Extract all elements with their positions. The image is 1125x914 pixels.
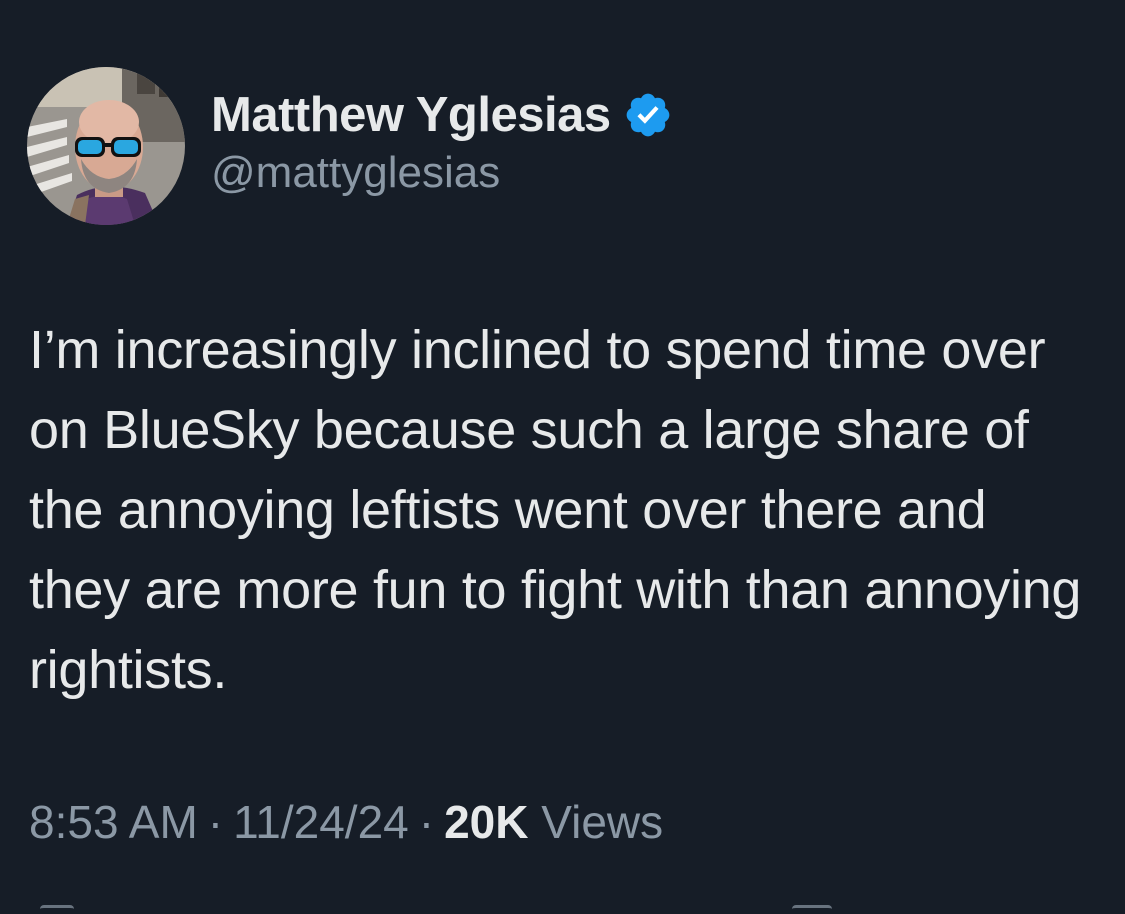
tweet-meta: 8:53 AM · 11/24/24 · 20K Views xyxy=(29,795,663,849)
tweet-time[interactable]: 8:53 AM xyxy=(29,796,198,848)
tweet-date[interactable]: 11/24/24 xyxy=(233,796,409,848)
views-label: Views xyxy=(541,796,664,848)
meta-separator: · xyxy=(418,796,435,848)
views-count[interactable]: 20K xyxy=(444,796,528,848)
author-block: Matthew Yglesias @mattyglesias xyxy=(211,84,673,198)
profile-photo xyxy=(27,67,185,225)
bookmark-icon[interactable] xyxy=(792,905,832,914)
verified-badge-icon[interactable] xyxy=(623,90,673,140)
name-row: Matthew Yglesias xyxy=(211,84,673,146)
tweet-text: I’m increasingly inclined to spend time … xyxy=(29,320,1082,700)
avatar[interactable] xyxy=(27,67,185,225)
tweet-detail: Matthew Yglesias @mattyglesias I’m incre… xyxy=(0,0,1125,911)
handle[interactable]: @mattyglesias xyxy=(211,148,673,198)
meta-separator: · xyxy=(207,796,224,848)
reply-icon[interactable] xyxy=(40,905,74,914)
display-name[interactable]: Matthew Yglesias xyxy=(211,87,611,143)
